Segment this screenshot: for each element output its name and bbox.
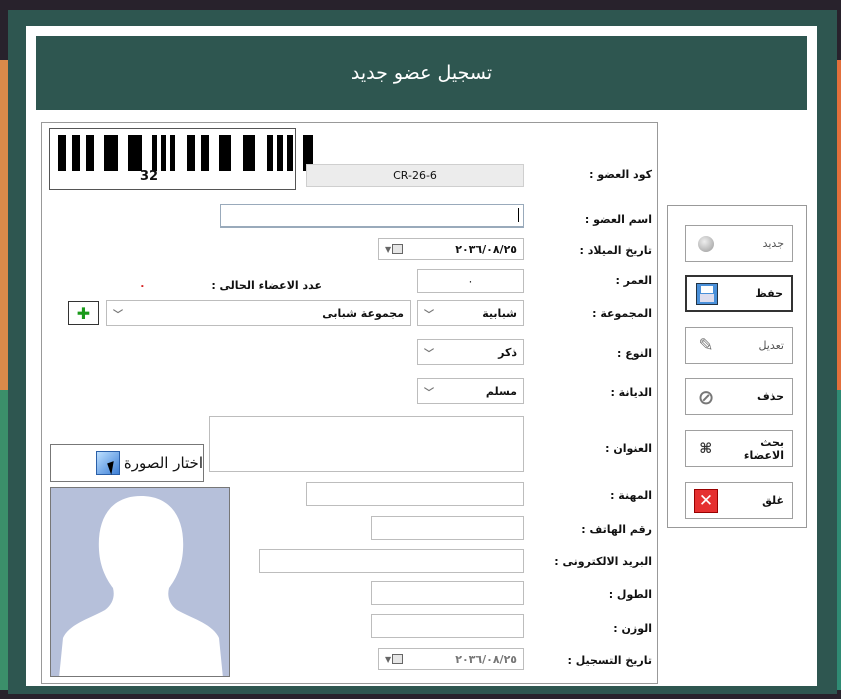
chevron-down-icon: ﹀ — [424, 348, 434, 360]
window-header: تسجيل عضو جديد — [36, 36, 807, 110]
circle-icon — [694, 232, 718, 256]
gender-select[interactable]: ذكر ﹀ — [417, 339, 524, 365]
email-input[interactable] — [259, 549, 524, 573]
group-select-value: شبابية — [482, 306, 517, 320]
close-icon: ✕ — [694, 488, 718, 513]
new-button-label: جديد — [762, 237, 784, 250]
close-button[interactable]: غلق ✕ — [685, 482, 793, 519]
religion-label: الديانة : — [610, 386, 652, 399]
reg-date-label: تاريخ التسجيل : — [567, 654, 652, 667]
birth-date-label: تاريخ الميلاد : — [579, 244, 652, 257]
plus-icon: ✚ — [76, 303, 91, 323]
gender-label: النوع : — [616, 347, 652, 360]
window-title: تسجيل عضو جديد — [350, 62, 493, 84]
phone-label: رقم الهاتف : — [581, 523, 652, 536]
text-caret — [518, 208, 519, 222]
address-label: العنوان : — [605, 442, 652, 455]
binoculars-icon: ⌘ — [699, 440, 713, 457]
search-members-button[interactable]: بحث الاعضاء ⌘ — [685, 430, 793, 467]
barcode-bars — [58, 135, 313, 171]
religion-select-value: مسلم — [485, 384, 517, 398]
weight-input[interactable] — [371, 614, 524, 638]
save-button[interactable]: حفظ — [685, 275, 793, 312]
member-name-input[interactable] — [220, 204, 524, 228]
new-button[interactable]: جديد — [685, 225, 793, 262]
height-label: الطول : — [608, 588, 652, 601]
choose-photo-button[interactable]: اختار الصورة — [50, 444, 204, 482]
save-button-label: حفظ — [755, 287, 783, 300]
chevron-down-icon: ﹀ — [424, 309, 434, 321]
phone-input[interactable] — [371, 516, 524, 540]
religion-select[interactable]: مسلم ﹀ — [417, 378, 524, 404]
barcode-number: 32 — [140, 169, 159, 184]
silhouette-placeholder-icon — [51, 488, 229, 676]
job-input[interactable] — [306, 482, 524, 506]
window-body: تسجيل عضو جديد 32 كود العضو: CR-26-6 اس… — [26, 26, 817, 686]
mouse-cursor-icon — [107, 461, 118, 475]
edit-button[interactable]: تعديل ✎ — [685, 327, 793, 364]
calendar-icon[interactable]: ▼ — [385, 244, 404, 254]
birth-date-picker[interactable]: ▼ ٢٠٣٦/٠٨/٢٥ — [378, 238, 524, 260]
member-barcode: 32 — [49, 128, 313, 190]
group-label: المجموعة : — [592, 307, 652, 320]
height-input[interactable] — [371, 581, 524, 605]
reg-date-picker: ▼ ٢٠٣٦/٠٨/٢٥ — [378, 648, 524, 670]
member-code-field: CR-26-6 — [306, 164, 524, 187]
close-button-label: غلق — [762, 494, 784, 507]
reg-date-value: ٢٠٣٦/٠٨/٢٥ — [455, 652, 517, 666]
age-field[interactable]: ٠ — [417, 269, 524, 293]
action-buttons: جديد حفظ تعديل ✎ حذف ⊘ بحث الاعضاء ⌘ غلق — [667, 205, 807, 528]
member-photo — [50, 487, 230, 677]
members-count-value: ٠ — [139, 279, 146, 292]
address-textarea[interactable] — [209, 416, 524, 472]
member-code-label: كود العضو : — [589, 168, 652, 181]
chevron-down-icon: ﹀ — [113, 309, 123, 321]
choose-photo-label: اختار الصورة — [123, 454, 203, 472]
group-select[interactable]: شبابية ﹀ — [417, 300, 524, 326]
floppy-disk-icon — [695, 282, 719, 306]
subgroup-select[interactable]: مجموعة شبابى ﹀ — [106, 300, 411, 326]
search-members-label: بحث الاعضاء — [743, 435, 784, 462]
delete-button[interactable]: حذف ⊘ — [685, 378, 793, 415]
members-count-label: عدد الاعضاء الحالى : — [211, 279, 322, 292]
subgroup-select-value: مجموعة شبابى — [322, 306, 404, 320]
delete-button-label: حذف — [756, 390, 784, 403]
age-label: العمر : — [615, 274, 652, 287]
job-label: المهنة : — [610, 489, 652, 502]
add-group-button[interactable]: ✚ — [68, 301, 99, 325]
weight-label: الوزن : — [613, 622, 652, 635]
register-member-window: تسجيل عضو جديد 32 كود العضو: CR-26-6 اس… — [8, 10, 837, 694]
calendar-icon: ▼ — [385, 654, 404, 664]
pencil-icon: ✎ — [698, 335, 714, 356]
chevron-down-icon: ﹀ — [424, 387, 434, 399]
member-name-label: اسم العضو : — [584, 213, 652, 226]
edit-button-label: تعديل — [758, 339, 784, 352]
email-label: البريد الالكترونى : — [554, 555, 652, 568]
birth-date-value: ٢٠٣٦/٠٨/٢٥ — [455, 242, 517, 256]
image-icon — [95, 451, 120, 475]
prohibited-icon: ⊘ — [697, 384, 715, 409]
gender-select-value: ذكر — [498, 345, 517, 359]
